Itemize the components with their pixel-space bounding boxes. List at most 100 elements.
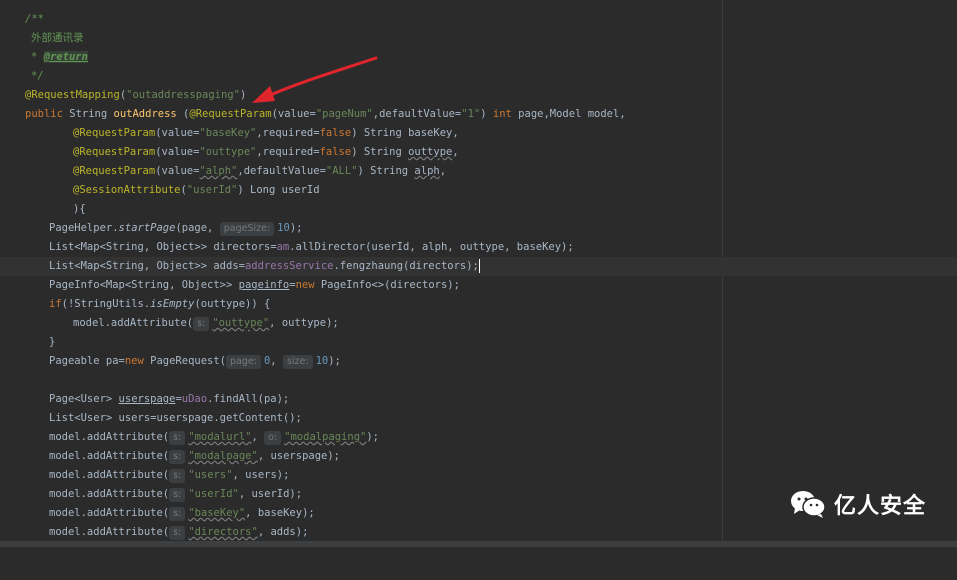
keyword: if bbox=[49, 298, 62, 310]
string-literal: "alph" bbox=[199, 165, 238, 177]
number-literal: 10 bbox=[277, 222, 290, 234]
code-line[interactable]: } bbox=[0, 333, 957, 352]
code-line[interactable]: model.addAttribute(s: "users", users); bbox=[0, 466, 957, 485]
code-text: page,Model model, bbox=[511, 108, 626, 120]
code-line[interactable]: List<Map<String, Object>> directors=am.a… bbox=[0, 238, 957, 257]
parameter-hint: s: bbox=[169, 507, 186, 521]
code-line[interactable]: @RequestParam(value="outtype",required=f… bbox=[0, 143, 957, 162]
keyword: false bbox=[319, 146, 352, 158]
code-line[interactable]: Page<User> userspage=uDao.findAll(pa); bbox=[0, 390, 957, 409]
code-line[interactable]: public String outAddress (@RequestParam(… bbox=[0, 105, 957, 124]
code-text: model.addAttribute( bbox=[49, 526, 170, 538]
code-text: ,defaultValue= bbox=[372, 108, 462, 120]
annotation: @RequestParam bbox=[73, 146, 156, 158]
annotation: @RequestParam bbox=[189, 108, 272, 120]
code-text: model.addAttribute( bbox=[49, 450, 170, 462]
string-literal: "baseKey" bbox=[199, 127, 257, 139]
text-caret bbox=[478, 259, 480, 273]
code-line[interactable]: model.addAttribute(s: "directors", adds); bbox=[0, 523, 957, 542]
keyword: new bbox=[295, 279, 315, 291]
code-line[interactable]: if(!StringUtils.isEmpty(outtype)) { bbox=[0, 295, 957, 314]
annotation: @RequestMapping bbox=[25, 89, 120, 101]
code-text: ) String bbox=[351, 146, 409, 158]
code-text: model.addAttribute( bbox=[73, 317, 194, 329]
string-literal: "1" bbox=[461, 108, 481, 120]
code-text: model.addAttribute( bbox=[49, 469, 170, 481]
code-line[interactable]: @RequestParam(value="baseKey",required=f… bbox=[0, 124, 957, 143]
code-text: ) String bbox=[357, 165, 415, 177]
annotation: @RequestParam bbox=[73, 165, 156, 177]
parameter-hint: page: bbox=[226, 355, 261, 369]
code-line[interactable]: * @return bbox=[0, 48, 957, 67]
code-text: ,defaultValue= bbox=[237, 165, 326, 177]
code-line[interactable]: PageInfo<Map<String, Object>> pageinfo=n… bbox=[0, 276, 957, 295]
field-reference: uDao bbox=[181, 393, 208, 405]
code-editor[interactable]: /** 外部通讯录 * @return */ @RequestMapping("… bbox=[0, 0, 957, 547]
parameter-hint: s: bbox=[169, 450, 186, 464]
code-text: (value= bbox=[155, 165, 200, 177]
string-literal: "userId" bbox=[186, 184, 238, 196]
code-text: .allDirector(userId, alph, outtype, base… bbox=[289, 241, 574, 253]
code-text: , bbox=[270, 355, 283, 367]
code-line[interactable]: model.addAttribute(s: "modalpage", usersp… bbox=[0, 447, 957, 466]
code-text: , adds); bbox=[257, 526, 309, 538]
code-text: (outtype)) { bbox=[194, 298, 271, 310]
code-line[interactable]: List<User> users=userspage.getContent(); bbox=[0, 409, 957, 428]
code-text: (value= bbox=[155, 127, 200, 139]
code-text: , userId); bbox=[238, 488, 303, 500]
code-text: , users); bbox=[232, 469, 290, 481]
string-literal: "outaddresspaging" bbox=[126, 89, 240, 101]
code-line[interactable]: 外部通讯录 bbox=[0, 29, 957, 48]
variable: userspage bbox=[118, 393, 176, 405]
code-line[interactable]: PageHelper.startPage(page, pageSize: 10); bbox=[0, 219, 957, 238]
code-text: , bbox=[251, 431, 265, 443]
horizontal-scrollbar[interactable] bbox=[0, 541, 957, 547]
variable: outtype bbox=[408, 146, 453, 158]
code-text: , bbox=[439, 165, 447, 177]
string-literal: "modalpage" bbox=[188, 450, 258, 462]
code-line[interactable]: Pageable pa=new PageRequest(page: 0, size… bbox=[0, 352, 957, 371]
code-text: ) bbox=[239, 89, 247, 101]
code-line[interactable]: /** bbox=[0, 10, 957, 29]
code-text: , outtype); bbox=[269, 317, 339, 329]
annotation: @SessionAttribute bbox=[73, 184, 181, 196]
code-text: List<Map<String, Object>> directors= bbox=[49, 241, 277, 253]
annotation: @RequestParam bbox=[73, 127, 156, 139]
code-text: ){ bbox=[73, 203, 86, 215]
code-line[interactable]: @RequestMapping("outaddresspaging") bbox=[0, 86, 957, 105]
code-line[interactable]: @SessionAttribute("userId") Long userId bbox=[0, 181, 957, 200]
code-text: } bbox=[49, 336, 56, 348]
static-method: startPage bbox=[118, 222, 176, 234]
string-literal: "userId" bbox=[188, 488, 239, 500]
current-code-line[interactable]: List<Map<String, Object>> adds=addressSe… bbox=[0, 257, 957, 276]
code-line[interactable]: ){ bbox=[0, 200, 957, 219]
code-text: , bbox=[452, 146, 459, 158]
code-line[interactable]: model.addAttribute(s: "modalurl", o: "moda… bbox=[0, 428, 957, 447]
number-literal: 10 bbox=[315, 355, 329, 367]
string-literal: "outtype" bbox=[212, 317, 270, 329]
code-text: model.addAttribute( bbox=[49, 488, 170, 500]
string-literal: "pageNum" bbox=[315, 108, 373, 120]
parameter-hint: s: bbox=[169, 431, 186, 445]
code-text: ) Long userId bbox=[237, 184, 320, 196]
code-line[interactable]: */ bbox=[0, 67, 957, 86]
field-reference: am bbox=[276, 241, 290, 253]
string-literal: "modalurl" bbox=[188, 431, 252, 443]
code-line[interactable]: @RequestParam(value="alph",defaultValue=… bbox=[0, 162, 957, 181]
code-text: (!StringUtils. bbox=[61, 298, 151, 310]
doc-comment-close: */ bbox=[31, 70, 44, 82]
code-line[interactable] bbox=[0, 371, 957, 390]
code-text: ( bbox=[176, 108, 190, 120]
code-text: (value= bbox=[155, 146, 200, 158]
code-text: ) bbox=[480, 108, 493, 120]
code-text: PageRequest( bbox=[143, 355, 227, 367]
code-text: model.addAttribute( bbox=[49, 507, 170, 519]
method-name: outAddress bbox=[113, 108, 177, 120]
code-line[interactable]: model.addAttribute(s: "outtype", outtype)… bbox=[0, 314, 957, 333]
doc-return-tag: @return bbox=[43, 51, 88, 63]
string-literal: "users" bbox=[188, 469, 233, 481]
code-text: PageHelper. bbox=[49, 222, 119, 234]
wechat-icon bbox=[791, 491, 826, 518]
keyword: public bbox=[25, 108, 63, 120]
string-literal: "outtype" bbox=[199, 146, 257, 158]
